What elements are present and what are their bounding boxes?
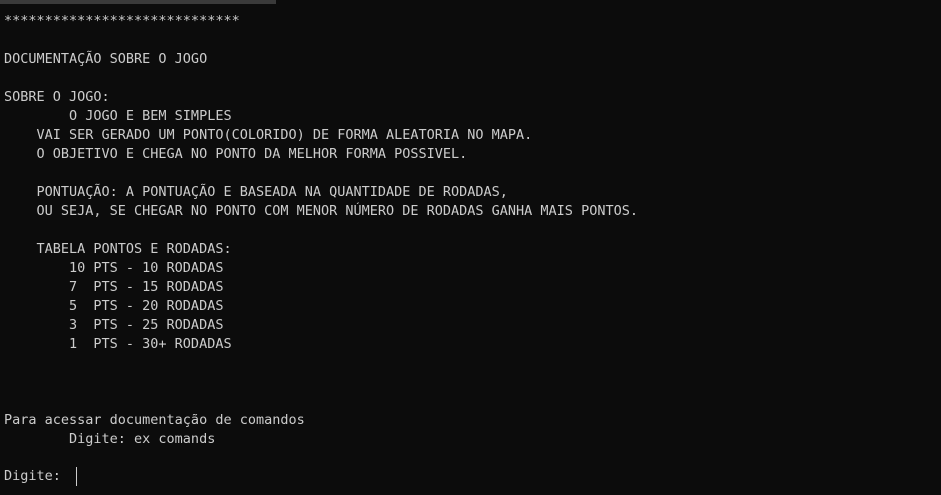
commands-hint-instruction: Digite: ex comands [4, 431, 216, 447]
table-row: 10 PTS - 10 RODADAS [4, 260, 224, 276]
section-heading: SOBRE O JOGO: [4, 89, 110, 105]
doc-line: O JOGO E BEM SIMPLES [4, 108, 232, 124]
table-row: 1 PTS - 30+ RODADAS [4, 336, 232, 352]
doc-title: DOCUMENTAÇÃO SOBRE O JOGO [4, 51, 208, 67]
text-cursor [76, 467, 77, 486]
doc-line: PONTUAÇÃO: A PONTUAÇÃO E BASEADA NA QUAN… [4, 184, 508, 200]
doc-line: VAI SER GERADO UM PONTO(COLORIDO) DE FOR… [4, 127, 533, 143]
doc-line: O OBJETIVO E CHEGA NO PONTO DA MELHOR FO… [4, 146, 468, 162]
input-prompt-row: Digite: [4, 467, 670, 486]
commands-hint: Para acessar documentação de comandos [4, 412, 305, 428]
table-heading: TABELA PONTOS E RODADAS: [4, 241, 232, 257]
doc-line: OU SEJA, SE CHEGAR NO PONTO COM MENOR NÚ… [4, 203, 638, 219]
tab-indicator [0, 0, 276, 4]
table-row: 5 PTS - 20 RODADAS [4, 298, 224, 314]
terminal-window[interactable]: ***************************** DOCUMENTAÇ… [0, 0, 941, 495]
table-row: 3 PTS - 25 RODADAS [4, 317, 224, 333]
table-row: 7 PTS - 15 RODADAS [4, 279, 224, 295]
separator-line: ***************************** [4, 13, 240, 29]
command-input[interactable] [69, 467, 670, 486]
prompt-label: Digite: [4, 468, 70, 484]
